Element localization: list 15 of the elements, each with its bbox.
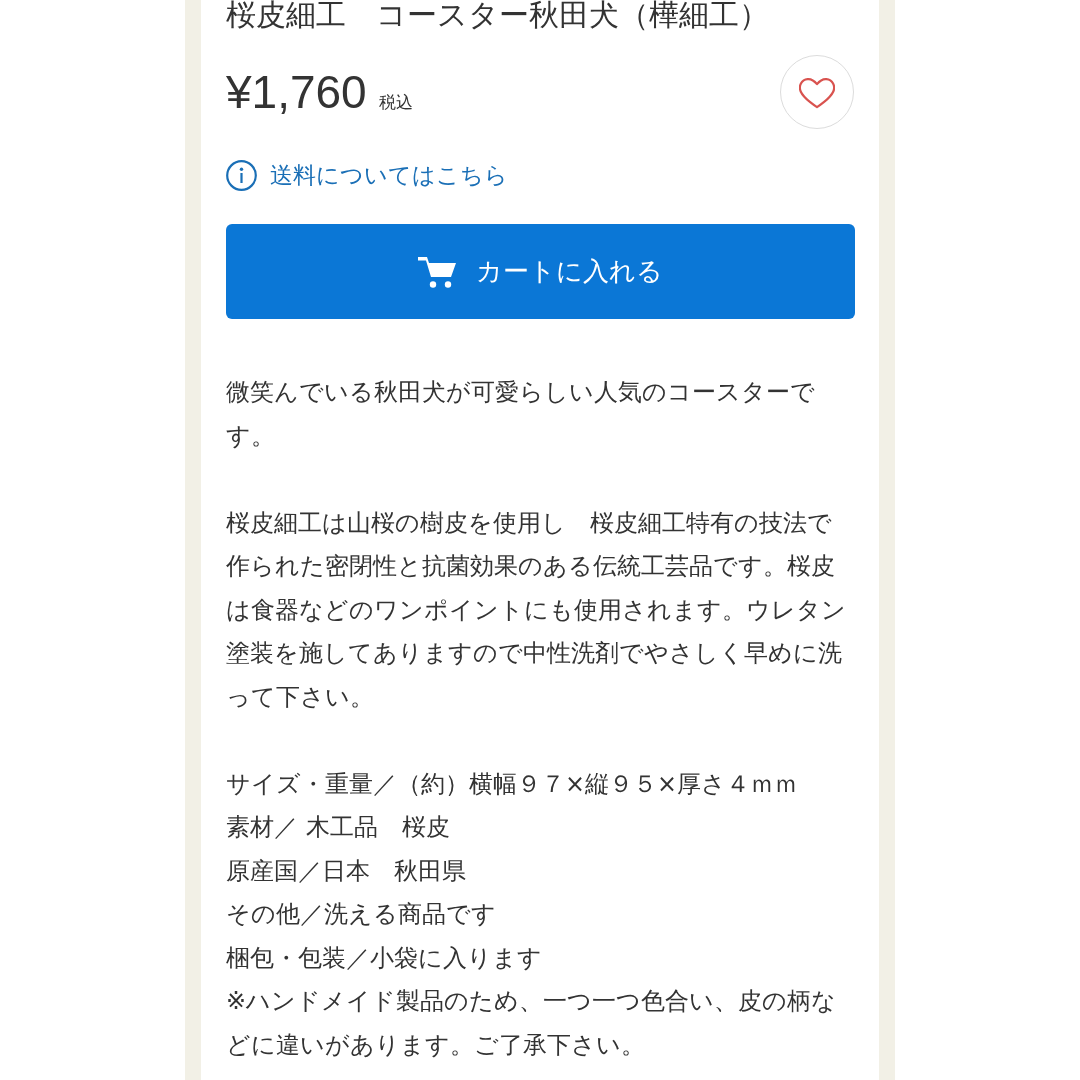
spec-line: 素材／ 木工品 桜皮 (226, 812, 451, 843)
tax-note: 税込 (378, 92, 413, 112)
spec-line: サイズ・重量／（約）横幅９７×縦９５×厚さ４ｍｍ (226, 768, 800, 800)
spec-line: 原産国／日本 秋田県 (226, 855, 467, 887)
add-to-cart-button[interactable]: カートに入れる (226, 224, 855, 319)
spec-line: 梱包・包装／小袋に入ります (226, 942, 543, 974)
spec-line: ※ハンドメイド製品のため、一つ一つ色合い、皮の柄などに違いがあります。ご了承下さい。 (226, 986, 838, 1061)
description-paragraph: 微笑んでいる秋田犬が可愛らしい人気のコースターです。 (226, 377, 816, 452)
product-title: 桜皮細工 コースター秋田犬（樺細工） (226, 0, 769, 30)
price: ¥1,760 (226, 67, 367, 117)
shipping-link[interactable]: 送料についてはこちら (226, 160, 508, 191)
spec-line: その他／洗える商品です (226, 899, 497, 930)
info-icon (226, 160, 257, 191)
cart-icon (418, 255, 456, 288)
description-paragraph: 桜皮細工は山桜の樹皮を使用し 桜皮細工特有の技法で作られた密閉性と抗菌効果のある伝統工芸品です。桜皮は食器などのワンポイントにも使用されます。ウレタン塗装を施してありますので中性洗剤でやさしく早めに洗って下さい。 (226, 507, 847, 713)
